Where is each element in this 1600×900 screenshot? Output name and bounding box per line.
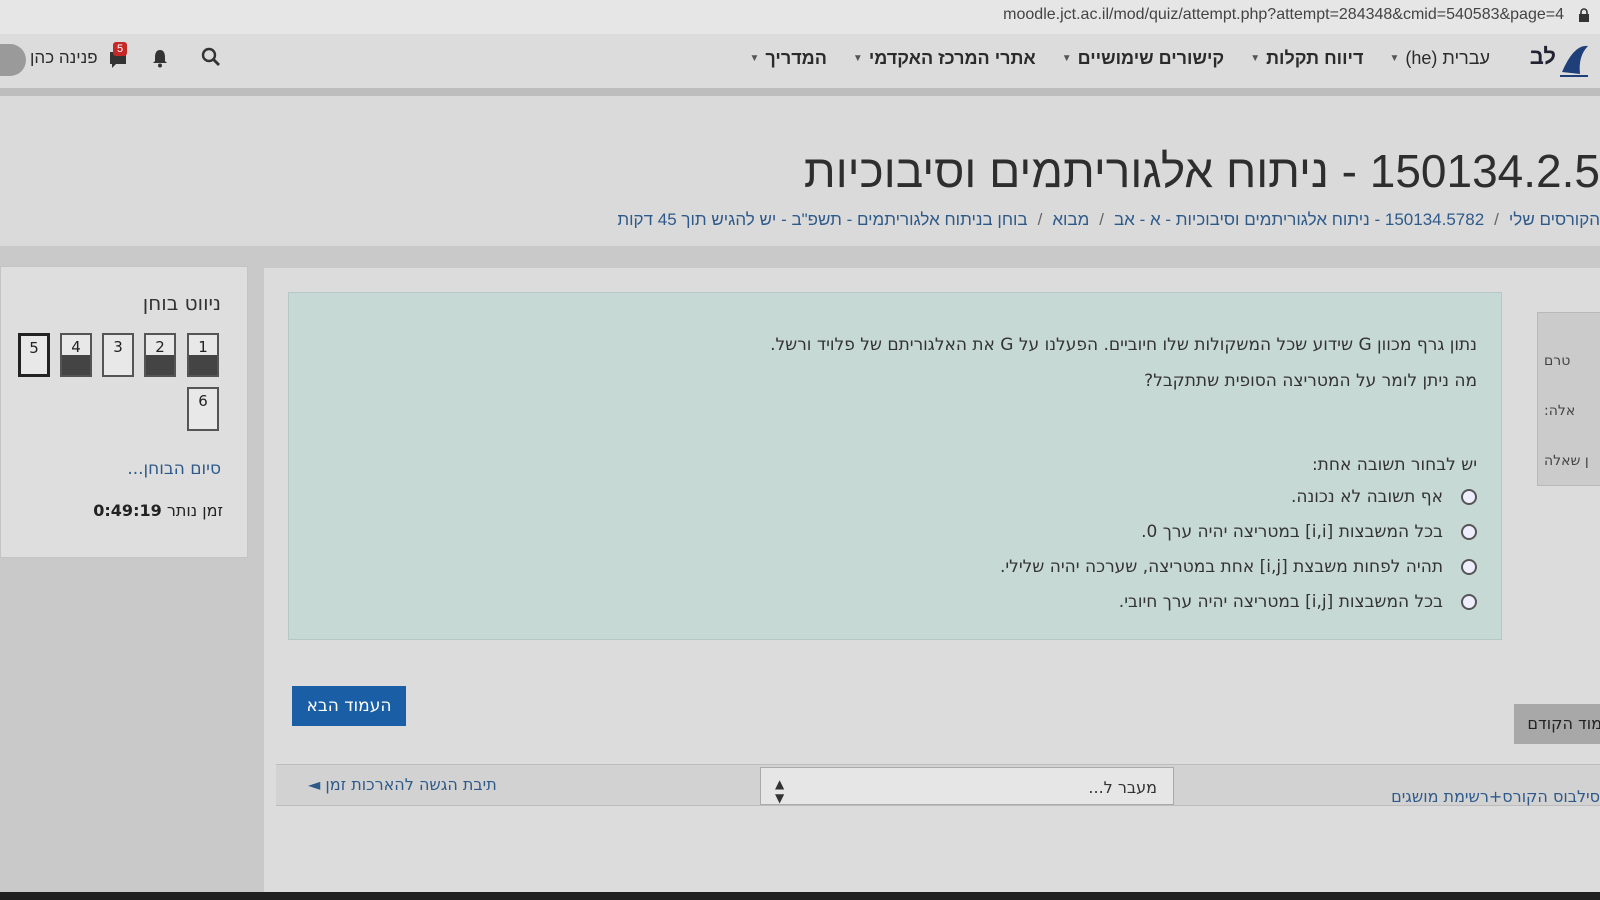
page-title: 150134.2.5 - ניתוח אלגוריתמים וסיבוכיות [803, 145, 1600, 197]
quiz-nav-question-6[interactable]: 6 [187, 387, 219, 431]
quiz-nav-question-4[interactable]: 4 [60, 333, 92, 377]
search-icon[interactable] [200, 46, 222, 68]
radio-button[interactable] [1461, 524, 1477, 540]
radio-button[interactable] [1461, 489, 1477, 505]
answer-option-2[interactable]: בכל המשבצות [i,i] במטריצה יהיה ערך 0. [1141, 522, 1477, 542]
question-box: נתון גרף מכוון G שידוע שכל המשקולות שלו … [288, 292, 1502, 640]
answer-option-label[interactable]: בכל המשבצות [i,j] במטריצה יהיה ערך חיובי… [1119, 592, 1443, 612]
quiz-nav-question-3[interactable]: 3 [102, 333, 134, 377]
next-activity-link[interactable]: תיבת הגשה להארכות זמן ◄ [308, 775, 497, 794]
breadcrumb-course[interactable]: 150134.5782 - ניתוח אלגוריתמים וסיבוכיות… [1114, 210, 1484, 229]
jump-to-value: מעבר ל... [1088, 778, 1157, 797]
breadcrumb: הקורסים שלי/150134.5782 - ניתוח אלגוריתמ… [617, 210, 1600, 229]
quiz-navigation-title: ניווט בוחן [142, 291, 221, 315]
site-brand[interactable]: לב [1510, 38, 1590, 84]
menu-language[interactable]: עברית (he) ▼ [1389, 48, 1490, 69]
previous-page-button[interactable]: עמוד הקודם [1514, 704, 1600, 744]
browser-url-bar[interactable]: moodle.jct.ac.il/mod/quiz/attempt.php?at… [0, 0, 1600, 34]
quiz-navigation-block: ניווט בוחן 1 2 3 4 5 6 סיום הבוחן... זמן… [0, 266, 248, 558]
select-arrows-icon: ▲ ▼ [775, 777, 785, 805]
menu-guide[interactable]: המדריך ▼ [749, 48, 826, 69]
lock-icon [1579, 8, 1589, 22]
message-count-badge: 5 [113, 42, 127, 56]
chevron-down-icon: ▼ [1389, 53, 1400, 64]
answer-option-label[interactable]: תהיה לפחות משבצת [i,j] אחת במטריצה, שערכ… [1000, 557, 1443, 577]
top-navbar: לב המדריך ▼ אתרי המרכז האקדמי ▼ קישורים שי… [0, 34, 1600, 96]
quiz-nav-question-5[interactable]: 5 [18, 333, 50, 377]
answer-option-3[interactable]: תהיה לפחות משבצת [i,j] אחת במטריצה, שערכ… [1000, 557, 1477, 577]
chevron-down-icon: ▼ [1250, 53, 1261, 64]
chevron-down-icon: ▼ [852, 53, 863, 64]
question-text-line-1: נתון גרף מכוון G שידוע שכל המשקולות שלו … [770, 335, 1477, 355]
os-taskbar [0, 892, 1600, 900]
brand-text: לב [1529, 44, 1556, 69]
time-left-value: 0:49:19 [93, 501, 162, 520]
quiz-nav-question-2[interactable]: 2 [144, 333, 176, 377]
user-tools: פנינה כהן 5 [0, 42, 240, 78]
activity-navigation: תיבת הגשה להארכות זמן ◄ מעבר ל... ▲ ▼ סיל… [276, 764, 1600, 806]
time-left-label: זמן נותר [166, 501, 223, 520]
page-header: 150134.2.5 - ניתוח אלגוריתמים וסיבוכיות … [0, 96, 1600, 246]
breadcrumb-my-courses[interactable]: הקורסים שלי [1509, 210, 1600, 229]
main-menu: המדריך ▼ אתרי המרכז האקדמי ▼ קישורים שימוש… [749, 48, 1490, 69]
menu-report-issues[interactable]: דיווח תקלות ▼ [1250, 48, 1363, 69]
bell-icon[interactable] [150, 48, 170, 68]
question-text: נתון גרף מכוון G שידוע שכל המשקולות שלו … [377, 327, 1477, 399]
main-content: נתון גרף מכוון G שידוע שכל המשקולות שלו … [264, 268, 1600, 900]
info-mark: אלה: [1544, 403, 1576, 419]
info-status: טרם [1544, 353, 1571, 369]
answer-option-4[interactable]: בכל המשבצות [i,j] במטריצה יהיה ערך חיובי… [1119, 592, 1477, 612]
logo-icon [1560, 45, 1588, 77]
prev-activity-link[interactable]: סילבוס הקורס+רשימת מושגים [1391, 787, 1600, 806]
finish-attempt-link[interactable]: סיום הבוחן... [127, 459, 221, 479]
url-text[interactable]: moodle.jct.ac.il/mod/quiz/attempt.php?at… [1003, 6, 1564, 24]
answer-prompt: יש לבחור תשובה אחת: [1311, 455, 1477, 475]
radio-button[interactable] [1461, 594, 1477, 610]
answer-option-label[interactable]: אף תשובה לא נכונה. [1291, 487, 1443, 507]
question-text-line-2: מה ניתן לומר על המטריצה הסופית שתתקבל? [1144, 371, 1477, 391]
answer-option-1[interactable]: אף תשובה לא נכונה. [1291, 487, 1477, 507]
radio-button[interactable] [1461, 559, 1477, 575]
previous-page-label: עמוד הקודם [1527, 714, 1600, 733]
breadcrumb-section[interactable]: מבוא [1052, 210, 1089, 229]
avatar[interactable] [0, 44, 26, 76]
next-page-button[interactable]: העמוד הבא [292, 686, 406, 726]
chevron-down-icon: ▼ [1061, 53, 1072, 64]
breadcrumb-quiz[interactable]: בוחן בניתוח אלגוריתמים - תשפ"ב - יש להגי… [617, 210, 1027, 229]
chevron-down-icon: ▼ [749, 53, 760, 64]
quiz-nav-question-1[interactable]: 1 [187, 333, 219, 377]
info-flag[interactable]: ן שאלה [1544, 453, 1589, 469]
answer-option-label[interactable]: בכל המשבצות [i,i] במטריצה יהיה ערך 0. [1141, 522, 1443, 542]
menu-academic-sites[interactable]: אתרי המרכז האקדמי ▼ [853, 48, 1036, 69]
jump-to-select[interactable]: מעבר ל... ▲ ▼ [760, 767, 1174, 805]
question-info-panel: טרם אלה: ן שאלה [1537, 312, 1600, 486]
menu-useful-links[interactable]: קישורים שימושיים ▼ [1062, 48, 1224, 69]
quiz-timer: זמן נותר 0:49:19 [87, 501, 223, 520]
user-name[interactable]: פנינה כהן [30, 48, 98, 68]
